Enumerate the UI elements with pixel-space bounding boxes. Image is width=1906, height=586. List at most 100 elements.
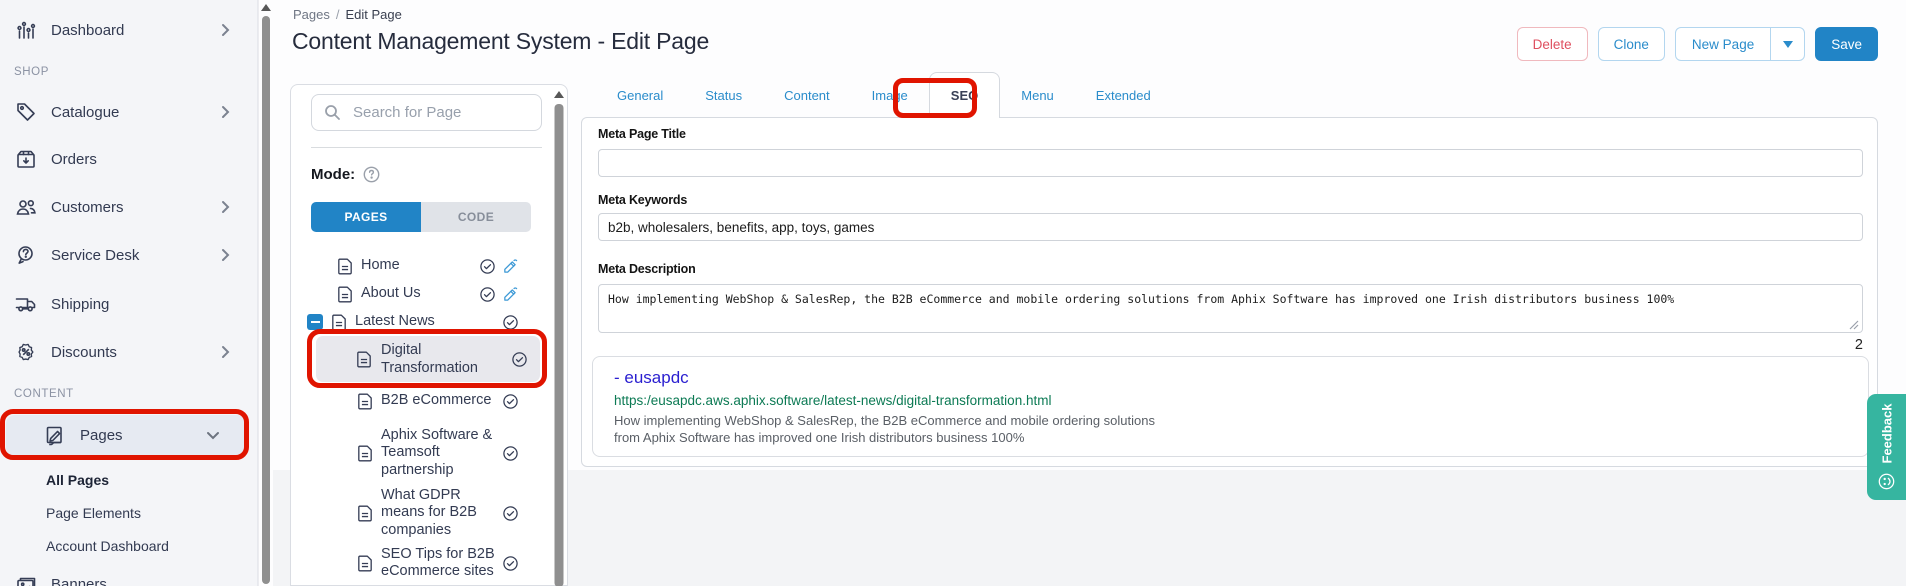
page-search-box: [311, 94, 554, 131]
tree-item-label: Digital Transformation: [381, 341, 478, 376]
published-check-icon: [479, 258, 496, 275]
sidebar-subitem-all-pages[interactable]: All Pages: [46, 472, 109, 488]
published-check-icon: [502, 445, 519, 462]
published-check-icon: [502, 555, 519, 572]
breadcrumb: Pages / Edit Page: [293, 7, 402, 22]
mode-pages-button[interactable]: PAGES: [311, 202, 421, 232]
meta-keywords-input[interactable]: [598, 213, 1863, 241]
service-desk-icon: [14, 243, 38, 267]
tree-item-aphix-teamsoft[interactable]: Aphix Software & Teamsoft partnership: [357, 425, 519, 481]
tree-item-gdpr[interactable]: What GDPR means for B2B companies: [357, 487, 519, 538]
collapse-minus-icon[interactable]: [307, 314, 323, 330]
breadcrumb-current: Edit Page: [345, 7, 402, 22]
meta-page-title-input[interactable]: [598, 149, 1863, 177]
char-counter: 2: [1854, 337, 1863, 353]
feedback-button[interactable]: Feedback: [1867, 394, 1906, 500]
scrollbar-thumb[interactable]: [554, 104, 563, 586]
tree-item-home[interactable]: Home: [337, 255, 519, 277]
tree-item-b2b-ecommerce[interactable]: B2B eCommerce: [357, 390, 519, 412]
tab-extended[interactable]: Extended: [1075, 72, 1172, 118]
search-icon: [324, 104, 341, 121]
tree-item-label: Latest News: [355, 313, 435, 330]
delete-button[interactable]: Delete: [1516, 27, 1588, 61]
document-icon: [357, 445, 373, 462]
dashboard-icon: [14, 18, 38, 42]
seo-tab-panel: Meta Page Title Meta Keywords Meta Descr…: [581, 117, 1878, 467]
feedback-label: Feedback: [1879, 403, 1895, 464]
orders-icon: [14, 147, 38, 171]
new-page-dropdown-button[interactable]: [1770, 28, 1804, 60]
new-page-split-button: New Page: [1674, 27, 1806, 61]
chevron-right-icon: [221, 200, 230, 214]
edit-pencil-icon: [502, 258, 519, 275]
sidebar-item-service-desk[interactable]: Service Desk: [0, 235, 258, 275]
help-icon[interactable]: [363, 166, 380, 183]
chevron-right-icon: [221, 23, 230, 37]
tree-item-digital-transformation[interactable]: Digital Transformation: [316, 336, 540, 382]
tree-item-about-us[interactable]: About Us: [337, 283, 519, 305]
published-check-icon: [479, 286, 496, 303]
tree-item-latest-news[interactable]: Latest News: [307, 311, 519, 333]
textarea-resize-handle[interactable]: [1849, 320, 1859, 330]
sidebar-item-label: Orders: [51, 150, 97, 168]
save-button[interactable]: Save: [1815, 27, 1878, 61]
document-icon: [357, 393, 373, 410]
sidebar-subitem-account-dashboard[interactable]: Account Dashboard: [46, 538, 169, 554]
sidebar-item-discounts[interactable]: Discounts: [0, 332, 258, 372]
sidebar: Dashboard SHOP Catalogue Orders Customer…: [0, 0, 258, 586]
meta-description-textarea[interactable]: How implementing WebShop & SalesRep, the…: [598, 284, 1863, 333]
sidebar-subitem-page-elements[interactable]: Page Elements: [46, 505, 141, 521]
tab-content[interactable]: Content: [763, 72, 851, 118]
sidebar-item-pages[interactable]: Pages: [6, 415, 246, 456]
meta-description-label: Meta Description: [598, 262, 696, 276]
sidebar-item-catalogue[interactable]: Catalogue: [0, 92, 258, 132]
tab-image[interactable]: Image: [851, 72, 929, 118]
new-page-button[interactable]: New Page: [1676, 28, 1770, 60]
meta-page-title-label: Meta Page Title: [598, 127, 686, 141]
sidebar-item-label: Pages: [80, 427, 123, 444]
tab-seo[interactable]: SEO: [928, 72, 1001, 118]
document-icon: [331, 314, 347, 331]
mode-row: Mode:: [311, 166, 380, 183]
tree-scrollbar[interactable]: [553, 87, 564, 586]
tab-status[interactable]: Status: [684, 72, 763, 118]
scroll-up-arrow[interactable]: [553, 91, 564, 98]
scrollbar-thumb[interactable]: [261, 16, 270, 584]
breadcrumb-separator: /: [335, 7, 340, 22]
chevron-right-icon: [221, 248, 230, 262]
page-scrollbar[interactable]: [258, 0, 272, 586]
breadcrumb-parent[interactable]: Pages: [293, 7, 330, 22]
sidebar-item-label: Discounts: [51, 343, 117, 361]
page-title: Content Management System - Edit Page: [292, 28, 710, 54]
published-check-icon: [502, 314, 519, 331]
tree-item-label: What GDPR means for B2B companies: [381, 486, 477, 538]
scroll-up-arrow[interactable]: [260, 4, 271, 11]
tree-item-label: Aphix Software & Teamsoft partnership: [381, 426, 493, 478]
smiley-icon: [1878, 472, 1896, 490]
sidebar-section-content: CONTENT: [14, 388, 74, 400]
sidebar-item-orders[interactable]: Orders: [0, 139, 258, 179]
document-icon: [356, 351, 372, 368]
tab-menu[interactable]: Menu: [1000, 72, 1075, 118]
clone-button[interactable]: Clone: [1597, 27, 1665, 61]
sidebar-item-customers[interactable]: Customers: [0, 187, 258, 227]
published-check-icon: [502, 393, 519, 410]
banners-icon: [14, 572, 38, 586]
mode-code-button[interactable]: CODE: [421, 202, 531, 232]
discounts-icon: [14, 340, 38, 364]
sidebar-item-dashboard[interactable]: Dashboard: [0, 10, 258, 50]
tree-item-seo-tips[interactable]: SEO Tips for B2B eCommerce sites: [357, 543, 519, 583]
sidebar-item-label: Shipping: [51, 295, 110, 313]
tree-item-label: About Us: [361, 285, 421, 302]
serp-url: https:/eusapdc.aws.aphix.software/latest…: [614, 393, 1052, 408]
serp-title-link[interactable]: - eusapdc: [614, 368, 1847, 388]
sidebar-item-label: Banners: [51, 575, 107, 586]
sidebar-section-shop: SHOP: [14, 66, 49, 78]
tab-general[interactable]: General: [596, 72, 684, 118]
sidebar-item-label: Catalogue: [51, 103, 120, 121]
tree-item-label: SEO Tips for B2B eCommerce sites: [381, 545, 495, 579]
sidebar-item-shipping[interactable]: Shipping: [0, 284, 258, 324]
sidebar-item-banners[interactable]: Banners: [0, 564, 258, 586]
pages-icon: [43, 424, 67, 448]
search-input[interactable]: [351, 103, 554, 122]
